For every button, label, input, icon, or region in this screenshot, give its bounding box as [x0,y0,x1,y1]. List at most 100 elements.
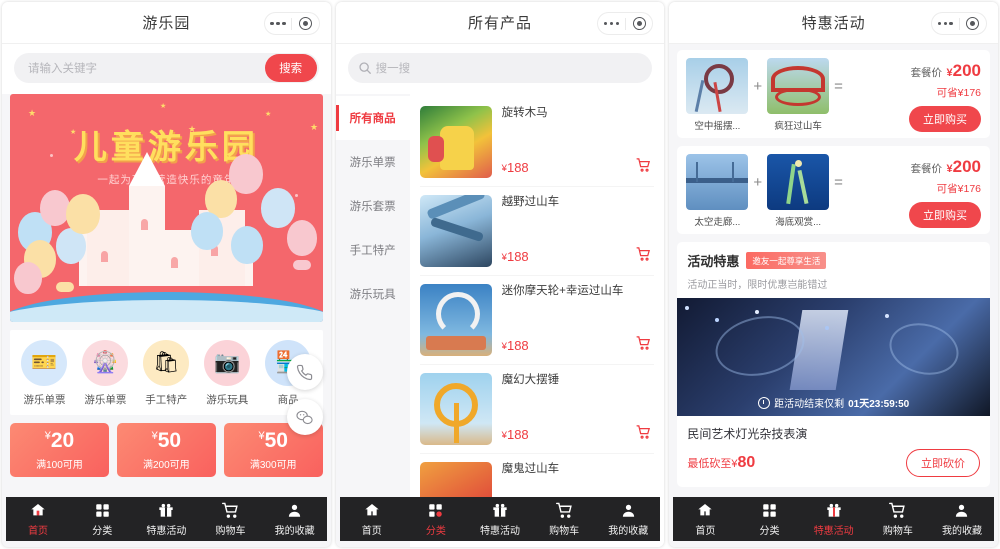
phone-icon[interactable] [286,354,323,390]
product-row[interactable]: 越野过山车 ¥188 [419,187,655,276]
tab-home[interactable]: 首页 [340,501,404,537]
tab-cart[interactable]: 购物车 [198,501,262,537]
page-title: 所有产品 [468,15,533,32]
more-dots-icon[interactable] [265,21,292,26]
activity-subtitle: 活动正当时，限时优惠岂能错过 [687,280,828,291]
camera-icon: 📷 [204,340,251,386]
sidebar-item-handicraft[interactable]: 手工特产 [336,228,410,272]
product-info: 魔幻大摆锤 ¥188 [492,373,655,445]
miniprogram-capsule[interactable] [931,12,988,35]
activity-lowest-price: 最低砍至¥80 [687,454,756,471]
target-circle-icon[interactable] [626,17,653,30]
sidebar-item-single-ticket[interactable]: 游乐单票 [336,140,410,184]
bundle-thumbnail [767,58,830,114]
bundle-right-item[interactable]: 疯狂过山车 [767,58,830,132]
bundle-card[interactable]: 空中摇摆... + 疯狂过山车 = 套餐价 ¥200 可省¥176 立即购买 [677,50,991,138]
search-bar-container: 请输入关键字 搜索 [2,44,331,94]
miniprogram-capsule[interactable] [263,12,320,35]
candy-decor [292,260,311,270]
search-button[interactable]: 搜索 [264,54,317,82]
tab-label: 我的收藏 [608,526,649,537]
bundle-right-item[interactable]: 海底观赏... [767,154,830,228]
tab-label: 购物车 [215,526,246,537]
coupon-card[interactable]: ¥50 满200可用 [116,423,216,477]
tab-label: 分类 [92,526,113,537]
tab-home[interactable]: 首页 [6,501,70,537]
tab-favorites[interactable]: 我的收藏 [930,501,994,537]
product-name: 旋转木马 [501,107,548,119]
buy-now-button[interactable]: 立即购买 [909,106,982,132]
tab-label: 我的收藏 [274,526,315,537]
panel3-tabbar: 首页 分类 特惠活动 购物车 我的收藏 [673,497,995,541]
target-circle-icon[interactable] [960,17,987,30]
bundle-card[interactable]: 太空走廊... + 海底观赏... = 套餐价 ¥200 可省¥176 立即购买 [677,146,991,234]
product-row[interactable]: 迷你摩天轮+幸运过山车 ¥188 [419,276,655,365]
product-row[interactable]: 魔幻大摆锤 ¥188 [419,365,655,454]
sidebar-item-package-ticket[interactable]: 游乐套票 [336,184,410,228]
product-price: ¥188 [501,248,529,264]
tab-label: 购物车 [549,526,580,537]
activity-card[interactable]: 距活动结束仅剩 01天23:59:50 民间艺术灯光杂技表演 最低砍至¥80 立… [677,298,991,487]
tab-home[interactable]: 首页 [673,501,737,537]
gift-icon [802,501,866,519]
category-shortcut-2[interactable]: 🛍 手工特产 [137,340,195,407]
tab-category[interactable]: 分类 [70,501,134,537]
product-info: 魔鬼过山车 [492,462,655,502]
user-icon [263,501,327,519]
bundle-thumbnail [686,154,749,210]
search-input[interactable]: 搜一搜 [347,53,653,83]
add-to-cart-icon[interactable] [635,156,652,178]
sidebar-item-all[interactable]: 所有商品 [335,96,410,140]
bundle-thumbnail [767,154,830,210]
bundle-left-item[interactable]: 太空走廊... [686,154,749,228]
activity-name: 民间艺术灯光杂技表演 [687,427,808,441]
product-row[interactable]: 旋转木马 ¥188 [419,98,655,187]
home-banner[interactable]: ★ ★ ★ ★ ★ ★ 儿童游乐园 一起为孩子营造快乐的童年 [10,94,323,322]
bundle-left-item[interactable]: 空中摇摆... [686,58,749,132]
bundle-pricing: 套餐价 ¥200 可省¥176 立即购买 [848,154,982,228]
tab-cart[interactable]: 购物车 [866,501,930,537]
coupon-amount: ¥20 [44,428,75,452]
ticket-icon: 🎫 [21,340,68,386]
product-list: 旋转木马 ¥188 越野过山车 ¥188 迷你摩天轮+幸运过山车 ¥188 魔幻… [410,94,665,547]
category-shortcut-1[interactable]: 🎡 游乐单票 [76,340,134,407]
tab-promotion[interactable]: 特惠活动 [134,501,198,537]
tab-promotion[interactable]: 特惠活动 [468,501,532,537]
category-label: 游乐玩具 [206,394,249,406]
tab-cart[interactable]: 购物车 [532,501,596,537]
coupon-list: ¥20 满100可用 ¥50 满200可用 ¥50 满300可用 [10,423,323,477]
wechat-icon[interactable] [286,399,323,435]
panel2-tabbar: 首页 分类 特惠活动 购物车 我的收藏 [339,497,661,541]
category-label: 游乐单票 [23,394,66,406]
add-to-cart-icon[interactable] [635,245,652,267]
tab-category[interactable]: 分类 [737,501,801,537]
activity-badge: 邀友一起尊享生活 [746,252,827,269]
tab-label: 分类 [759,526,780,537]
user-icon [596,501,660,519]
category-shortcut-3[interactable]: 📷 游乐玩具 [198,340,256,407]
sidebar-item-toys[interactable]: 游乐玩具 [336,272,410,316]
activity-bottom: 最低砍至¥80 立即砍价 [677,442,990,487]
add-to-cart-icon[interactable] [635,334,652,356]
tab-favorites[interactable]: 我的收藏 [596,501,660,537]
coupon-condition: 满100可用 [36,459,83,471]
target-circle-icon[interactable] [292,17,319,30]
bundle-price-label: 套餐价 [910,163,943,175]
coupon-condition: 满300可用 [249,459,297,471]
tab-category[interactable]: 分类 [404,501,468,537]
coupon-card[interactable]: ¥20 满100可用 [10,423,109,477]
miniprogram-capsule[interactable] [597,12,654,35]
search-input[interactable]: 请输入关键字 搜索 [14,53,319,83]
more-dots-icon[interactable] [598,21,625,26]
product-bottom: ¥188 [502,156,655,178]
category-shortcut-0[interactable]: 🎫 游乐单票 [15,340,73,407]
bargain-button[interactable]: 立即砍价 [906,449,981,477]
add-to-cart-icon[interactable] [635,423,652,445]
tab-promotion[interactable]: 特惠活动 [802,501,866,537]
gift-bag-icon: 🛍 [143,340,190,386]
panel-promotions: 特惠活动 空中摇摆... + 疯狂过山车 = 套餐价 ¥200 可省¥176 立… [669,2,999,547]
tab-favorites[interactable]: 我的收藏 [263,501,327,537]
buy-now-button[interactable]: 立即购买 [909,202,982,228]
more-dots-icon[interactable] [932,21,959,26]
countdown-label: 距活动结束仅剩 [774,399,845,410]
